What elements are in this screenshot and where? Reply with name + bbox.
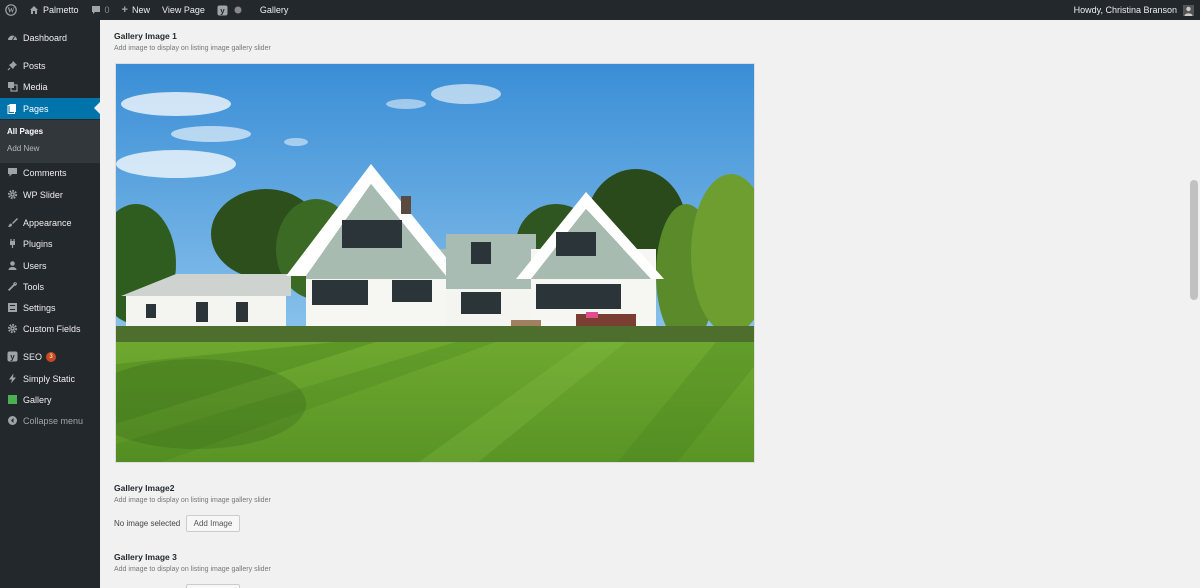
field-label-gallery-image-3: Gallery Image 3: [114, 552, 177, 562]
view-page-label: View Page: [162, 5, 205, 15]
plug-icon: [6, 238, 18, 250]
gallery-icon: [6, 394, 18, 406]
avatar: [1183, 4, 1194, 16]
sidebar-item-media[interactable]: Media: [0, 76, 100, 97]
submenu-item-add-new[interactable]: Add New: [7, 144, 39, 153]
field-description-gallery-image-1: Add image to display on listing image ga…: [114, 45, 271, 52]
sidebar-item-label: Simply Static: [23, 373, 76, 384]
media-icon: [6, 81, 18, 93]
field-label-gallery-image-2: Gallery Image2: [114, 483, 175, 493]
sidebar-item-label: Collapse menu: [23, 415, 84, 426]
sidebar-item-label: SEO: [23, 351, 43, 362]
page-scrollbar[interactable]: [1188, 20, 1200, 588]
howdy-text: Howdy, Christina Branson: [1073, 5, 1177, 15]
sidebar-item-settings[interactable]: Settings: [0, 297, 100, 318]
yoast-icon: y: [217, 5, 228, 16]
pin-icon: [6, 60, 18, 72]
sidebar-item-label: Gallery: [23, 394, 52, 405]
sidebar-item-dashboard[interactable]: Dashboard: [0, 27, 100, 48]
field-description-gallery-image-3: Add image to display on listing image ga…: [114, 566, 271, 573]
sidebar-item-custom-fields[interactable]: Custom Fields: [0, 318, 100, 339]
comment-icon: [6, 167, 18, 179]
add-image-button-partial[interactable]: [186, 584, 240, 588]
field-label-gallery-image-1: Gallery Image 1: [114, 31, 177, 41]
sidebar-item-label: Custom Fields: [23, 323, 81, 334]
gear-icon: [6, 323, 18, 335]
gallery-link[interactable]: Gallery: [254, 0, 295, 20]
gallery-label: Gallery: [259, 5, 289, 15]
comments-count: 0: [104, 5, 110, 15]
sidebar-item-label: Appearance: [23, 217, 72, 228]
dashboard-icon: [6, 32, 18, 44]
sidebar-item-posts[interactable]: Posts: [0, 55, 100, 76]
wordpress-logo-icon[interactable]: W: [0, 0, 23, 20]
home-icon: [29, 5, 39, 15]
sidebar-item-users[interactable]: Users: [0, 255, 100, 276]
sidebar-item-label: Dashboard: [23, 32, 68, 43]
new-content-link[interactable]: + New: [116, 0, 156, 20]
no-image-selected-text: No image selected: [114, 519, 181, 528]
sidebar-item-pages[interactable]: Pages: [0, 98, 100, 119]
sidebar-item-label: Settings: [23, 302, 56, 313]
add-image-button[interactable]: Add Image: [186, 515, 240, 532]
svg-text:y: y: [10, 353, 15, 362]
brush-icon: [6, 217, 18, 229]
bolt-icon: [6, 373, 18, 385]
sidebar-item-gallery[interactable]: Gallery: [0, 389, 100, 410]
site-name-link[interactable]: Palmetto: [23, 0, 85, 20]
scrollbar-thumb[interactable]: [1190, 180, 1198, 300]
gear-icon: [6, 189, 18, 201]
admin-bar: W Palmetto 0 + New View Page y Gallery H…: [0, 0, 1200, 20]
svg-text:W: W: [8, 7, 15, 15]
main-content: Gallery Image 1 Add image to display on …: [100, 20, 1188, 588]
field-description-gallery-image-2: Add image to display on listing image ga…: [114, 497, 271, 504]
comment-bubble-icon: [91, 5, 101, 15]
user-icon: [6, 260, 18, 272]
submenu-item-all-pages[interactable]: All Pages: [7, 127, 43, 136]
seo-notification-badge: 3: [46, 351, 57, 362]
sidebar-item-seo[interactable]: y SEO 3: [0, 346, 100, 367]
gallery-image-1-preview[interactable]: [115, 63, 755, 463]
collapse-icon: [6, 415, 18, 427]
sidebar-item-appearance[interactable]: Appearance: [0, 212, 100, 233]
sidebar-item-simply-static[interactable]: Simply Static: [0, 368, 100, 389]
admin-sidebar: Dashboard Posts Media Pages All Pages Ad…: [0, 20, 100, 588]
site-name: Palmetto: [43, 5, 79, 15]
sidebar-item-tools[interactable]: Tools: [0, 276, 100, 297]
pages-icon: [6, 103, 18, 115]
new-label: New: [131, 5, 150, 15]
svg-text:y: y: [220, 6, 225, 15]
wrench-icon: [6, 281, 18, 293]
sidebar-item-label: Plugins: [23, 238, 53, 249]
view-page-link[interactable]: View Page: [156, 0, 211, 20]
sidebar-item-plugins[interactable]: Plugins: [0, 233, 100, 254]
comments-link[interactable]: 0: [85, 0, 116, 20]
sidebar-item-label: WP Slider: [23, 189, 63, 200]
collapse-menu-button[interactable]: Collapse menu: [0, 410, 100, 431]
yoast-icon: y: [6, 351, 18, 363]
sidebar-item-label: Users: [23, 260, 47, 271]
sidebar-item-label: Comments: [23, 167, 67, 178]
account-menu[interactable]: Howdy, Christina Branson: [1068, 0, 1200, 20]
sidebar-item-label: Pages: [23, 103, 49, 114]
sidebar-item-label: Tools: [23, 281, 45, 292]
sidebar-item-wp-slider[interactable]: WP Slider: [0, 184, 100, 205]
sidebar-item-label: Media: [23, 81, 48, 92]
yoast-seo-menu[interactable]: y: [211, 0, 248, 20]
settings-icon: [6, 302, 18, 314]
sidebar-item-label: Posts: [23, 60, 46, 71]
seo-status-dot-icon: [234, 6, 242, 14]
pages-submenu: All Pages Add New: [0, 120, 100, 163]
sidebar-item-comments[interactable]: Comments: [0, 162, 100, 183]
plus-icon: +: [121, 4, 128, 16]
